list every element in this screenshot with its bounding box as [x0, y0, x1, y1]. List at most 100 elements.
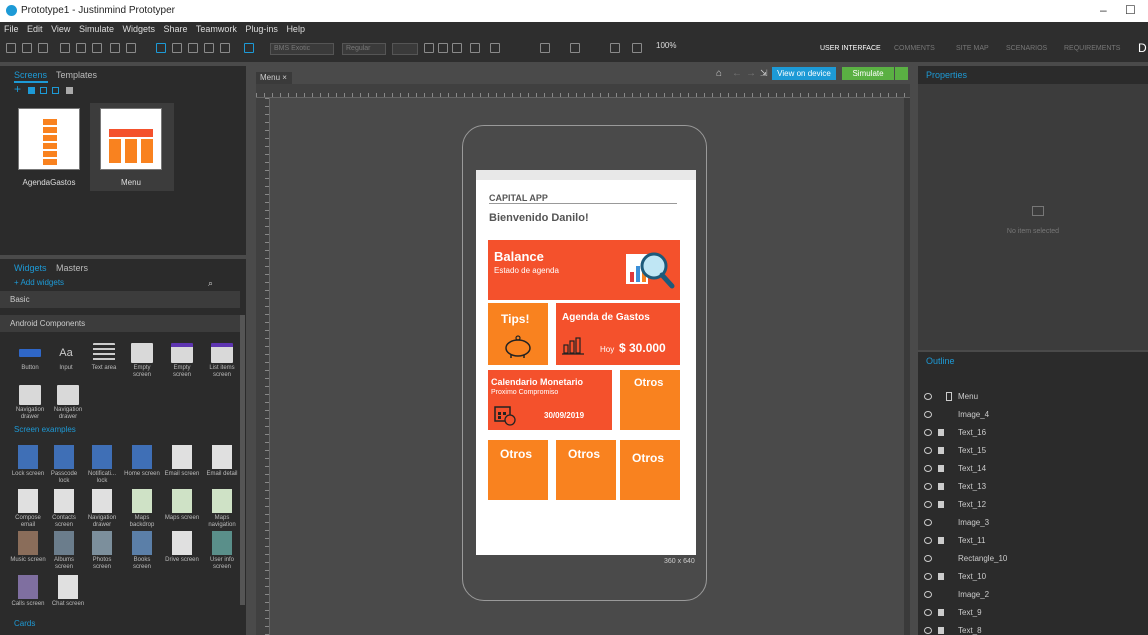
section-cards[interactable]: Cards	[14, 619, 35, 628]
menu-simulate[interactable]: Simulate	[79, 24, 114, 34]
screen-thumbnail-menu[interactable]	[100, 108, 162, 170]
widgets-scrollbar[interactable]	[240, 315, 245, 605]
tab-properties[interactable]: Properties	[926, 66, 967, 84]
widget-list-items-screen[interactable]: List items screen	[204, 343, 240, 379]
fill-color-icon[interactable]	[540, 43, 550, 53]
example-photos-screen[interactable]: Photos screen	[84, 531, 120, 571]
otros-tile-3[interactable]: Otros	[556, 440, 616, 500]
example-lock-screen[interactable]: Lock screen	[10, 445, 46, 478]
otros-tile-4[interactable]: Otros	[620, 440, 680, 500]
lock-icon[interactable]	[938, 537, 944, 544]
example-maps-navigation[interactable]: Maps navigation	[204, 489, 240, 529]
select-tool-icon[interactable]	[156, 43, 166, 53]
example-email-detail[interactable]: Email detail	[204, 445, 240, 478]
tab-scenarios[interactable]: SCENARIOS	[1006, 36, 1047, 62]
shadow-icon[interactable]	[632, 43, 642, 53]
search-icon[interactable]: ⌕	[208, 278, 213, 289]
example-albums-screen[interactable]: Albums screen	[46, 531, 82, 571]
screen-size-icon[interactable]: ⇲	[760, 68, 768, 79]
balance-tile[interactable]: Balance Estado de agenda	[488, 240, 680, 300]
lock-icon[interactable]	[938, 573, 944, 580]
screen-label-menu[interactable]: Menu	[92, 178, 170, 187]
simulate-settings-gear-icon[interactable]	[895, 67, 908, 80]
lock-icon[interactable]	[938, 465, 944, 472]
example-navigation-drawer[interactable]: Navigation drawer	[84, 489, 120, 529]
otros-tile-1[interactable]: Otros	[620, 370, 680, 430]
align-icon[interactable]	[470, 43, 480, 53]
back-icon[interactable]: ←	[732, 68, 742, 79]
screen-thumbnail-agendagastos[interactable]	[18, 108, 80, 170]
font-size-select[interactable]	[392, 43, 418, 55]
example-chat-screen[interactable]: Chat screen	[50, 575, 86, 608]
add-widgets-button[interactable]: + Add widgets	[14, 278, 64, 287]
example-drive-screen[interactable]: Drive screen	[164, 531, 200, 564]
save-icon[interactable]	[38, 43, 48, 53]
italic-icon[interactable]	[438, 43, 448, 53]
open-icon[interactable]	[22, 43, 32, 53]
link-icon[interactable]	[204, 43, 214, 53]
example-maps-backdrop[interactable]: Maps backdrop	[124, 489, 160, 529]
eye-icon[interactable]	[924, 573, 932, 580]
widget-button[interactable]: Button	[12, 343, 48, 372]
tips-tile[interactable]: Tips!	[488, 303, 548, 365]
example-email-screen[interactable]: Email screen	[164, 445, 200, 478]
example-contacts-screen[interactable]: Contacts screen	[46, 489, 82, 529]
forward-icon[interactable]: →	[746, 68, 756, 79]
tab-masters[interactable]: Masters	[56, 259, 88, 277]
eye-icon[interactable]	[924, 591, 932, 598]
eye-icon[interactable]	[924, 465, 932, 472]
menu-help[interactable]: Help	[286, 24, 305, 34]
outline-item[interactable]: Image_4	[918, 406, 1148, 424]
example-user-info-screen[interactable]: User info screen	[204, 531, 240, 571]
lock-icon[interactable]	[938, 447, 944, 454]
example-books-screen[interactable]: Books screen	[124, 531, 160, 571]
tab-comments[interactable]: COMMENTS	[894, 36, 935, 62]
tab-widgets[interactable]: Widgets	[14, 259, 47, 277]
simulate-button[interactable]: Simulate	[842, 67, 894, 80]
menu-widgets[interactable]: Widgets	[122, 24, 155, 34]
example-calls-screen[interactable]: Calls screen	[10, 575, 46, 608]
lock-icon[interactable]	[938, 609, 944, 616]
agenda-gastos-tile[interactable]: Agenda de Gastos Hoy $ 30.000	[556, 303, 680, 365]
menu-plugins[interactable]: Plug-ins	[245, 24, 278, 34]
outline-item[interactable]: Text_8	[918, 622, 1148, 635]
widget-text-area[interactable]: Text area	[86, 343, 122, 372]
otros-tile-2[interactable]: Otros	[488, 440, 548, 500]
lock-icon[interactable]	[938, 429, 944, 436]
device-screen[interactable]: CAPITAL APP Bienvenido Danilo! Balance E…	[476, 170, 696, 555]
maximize-button[interactable]: ☐	[1125, 3, 1136, 17]
outline-item[interactable]: Text_14	[918, 460, 1148, 478]
font-family-select[interactable]: BMS Exotic	[270, 43, 334, 55]
widget-navigation-drawer[interactable]: Navigation drawer	[12, 385, 48, 421]
eye-icon[interactable]	[924, 519, 932, 526]
home-icon[interactable]: ⌂	[716, 68, 722, 79]
outline-item[interactable]: Image_2	[918, 586, 1148, 604]
example-maps-screen[interactable]: Maps screen	[164, 489, 200, 522]
menu-view[interactable]: View	[51, 24, 70, 34]
tab-templates[interactable]: Templates	[56, 66, 97, 84]
outline-item[interactable]: Text_12	[918, 496, 1148, 514]
outline-item[interactable]: Text_15	[918, 442, 1148, 460]
outline-item[interactable]: Text_11	[918, 532, 1148, 550]
outline-item[interactable]: Text_10	[918, 568, 1148, 586]
list-view-icon[interactable]	[52, 87, 59, 94]
section-basic[interactable]: Basic	[0, 291, 240, 309]
menu-share[interactable]: Share	[164, 24, 188, 34]
comment-icon[interactable]	[220, 43, 230, 53]
tab-requirements[interactable]: REQUIREMENTS	[1064, 36, 1120, 62]
screen-folder-icon[interactable]	[28, 87, 35, 94]
eye-icon[interactable]	[924, 429, 932, 436]
example-music-screen[interactable]: Music screen	[10, 531, 46, 564]
border-icon[interactable]	[610, 43, 620, 53]
eye-icon[interactable]	[924, 609, 932, 616]
device-icon[interactable]	[244, 43, 254, 53]
eye-icon[interactable]	[924, 483, 932, 490]
eye-icon[interactable]	[924, 501, 932, 508]
pencil-icon[interactable]	[188, 43, 198, 53]
eye-icon[interactable]	[924, 411, 932, 418]
outline-item-menu[interactable]: Menu	[918, 388, 1148, 406]
lock-icon[interactable]	[938, 627, 944, 634]
outline-item[interactable]: Text_16	[918, 424, 1148, 442]
underline-icon[interactable]	[452, 43, 462, 53]
redo-icon[interactable]	[126, 43, 136, 53]
